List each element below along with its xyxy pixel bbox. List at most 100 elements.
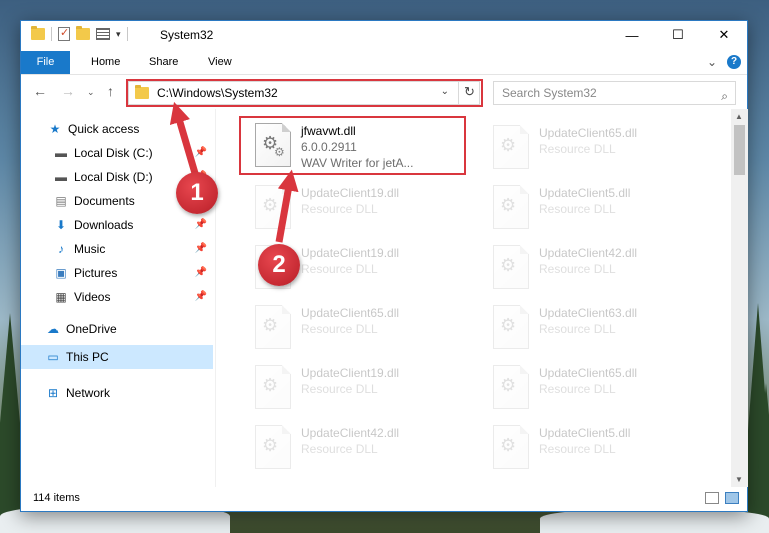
divider [51, 27, 52, 41]
pin-icon[interactable]: 📌 [195, 291, 207, 302]
file-item[interactable]: ⚙ UpdateClient5.dll Resource DLL [479, 181, 709, 237]
computer-icon: ▭ [47, 350, 59, 364]
file-name: UpdateClient65.dll [301, 306, 400, 320]
maximize-button[interactable]: ☐ [655, 21, 701, 49]
customize-toolbar-icon[interactable]: ▾ [116, 29, 121, 40]
drive-icon: ▬ [55, 146, 67, 160]
pin-icon[interactable]: 📌 [195, 219, 207, 230]
callout-badge-1: 1 [176, 172, 218, 214]
pin-icon[interactable]: 📌 [195, 267, 207, 278]
file-item[interactable]: ⚙ UpdateClient19.dll Resource DLL [241, 181, 471, 237]
file-type: Resource DLL [301, 202, 378, 216]
gear-icon: ⚙ [262, 435, 279, 455]
search-input[interactable]: Search System32 ⌕ [493, 81, 736, 105]
file-name: UpdateClient19.dll [301, 366, 400, 380]
file-type: Resource DLL [539, 262, 616, 276]
sidebar-item-label: Local Disk (C:) [74, 146, 153, 160]
file-name: UpdateClient5.dll [539, 186, 631, 200]
sidebar-item-pictures[interactable]: ▣ Pictures 📌 [21, 261, 215, 285]
pin-icon[interactable]: 📌 [195, 243, 207, 254]
tab-file[interactable]: File [21, 51, 70, 74]
ribbon: File Home Share View ⌄ ? [21, 51, 747, 75]
help-icon[interactable]: ? [727, 55, 741, 69]
callout-badge-2: 2 [258, 244, 300, 286]
back-arrow-icon[interactable]: ← [33, 83, 47, 99]
title-bar: ▾ System32 — ☐ ✕ [21, 21, 747, 49]
recent-locations-icon[interactable]: ⌄ [87, 87, 95, 98]
cloud-icon: ☁ [47, 322, 59, 336]
tab-home[interactable]: Home [91, 51, 120, 74]
file-item[interactable]: ⚙ UpdateClient19.dll Resource DLL [241, 361, 471, 417]
item-count: 114 items [33, 492, 80, 504]
file-name: UpdateClient42.dll [539, 246, 638, 260]
minimize-button[interactable]: — [609, 21, 655, 49]
sidebar-item-label: Network [66, 386, 111, 400]
file-type: Resource DLL [539, 322, 616, 336]
sidebar-item-label: OneDrive [66, 322, 117, 336]
file-item[interactable]: ⚙ UpdateClient65.dll Resource DLL [479, 361, 709, 417]
dll-file-icon: ⚙ [255, 305, 291, 349]
network-icon: ⊞ [47, 386, 59, 400]
search-icon[interactable]: ⌕ [721, 85, 728, 107]
dll-file-icon: ⚙ [493, 365, 529, 409]
sidebar-item-this-pc[interactable]: ▭ This PC [21, 345, 213, 369]
drive-icon: ▬ [55, 170, 67, 184]
sidebar-item-videos[interactable]: ▦ Videos 📌 [21, 285, 215, 309]
file-type: Resource DLL [301, 442, 378, 456]
scroll-thumb[interactable] [734, 125, 745, 175]
file-item[interactable]: ⚙ UpdateClient65.dll Resource DLL [479, 121, 709, 177]
close-button[interactable]: ✕ [701, 21, 747, 49]
gear-icon: ⚙ [500, 135, 517, 155]
sidebar-item-downloads[interactable]: ⬇ Downloads 📌 [21, 213, 215, 237]
file-item[interactable]: ⚙ UpdateClient63.dll Resource DLL [479, 301, 709, 357]
download-icon: ⬇ [55, 218, 67, 232]
dll-file-icon: ⚙ [493, 305, 529, 349]
sidebar-item-onedrive[interactable]: ☁ OneDrive [21, 317, 215, 341]
file-name: UpdateClient19.dll [301, 186, 400, 200]
gear-icon: ⚙ [262, 315, 279, 335]
dll-file-icon: ⚙ [255, 185, 291, 229]
dll-file-icon: ⚙ [255, 425, 291, 469]
up-arrow-icon[interactable]: ↑ [107, 83, 114, 99]
sidebar-item-network[interactable]: ⊞ Network [21, 381, 215, 405]
file-item[interactable]: ⚙ UpdateClient42.dll Resource DLL [479, 241, 709, 297]
file-item[interactable]: ⚙ UpdateClient65.dll Resource DLL [241, 301, 471, 357]
tab-share[interactable]: Share [149, 51, 178, 74]
file-type: Resource DLL [539, 202, 616, 216]
dll-file-icon: ⚙ [493, 125, 529, 169]
view-icon[interactable] [96, 28, 110, 40]
details-view-icon[interactable] [705, 492, 719, 504]
sidebar-item-local-disk-c[interactable]: ▬ Local Disk (C:) 📌 [21, 141, 215, 165]
sidebar-item-label: Music [74, 242, 106, 256]
large-icons-view-icon[interactable] [725, 492, 739, 504]
sidebar-item-label: Pictures [74, 266, 118, 280]
quick-access-toolbar: ▾ [31, 26, 128, 41]
new-folder-icon[interactable] [76, 26, 90, 40]
video-icon: ▦ [55, 290, 67, 304]
scroll-down-icon[interactable]: ▼ [735, 475, 743, 484]
file-item[interactable]: ⚙ UpdateClient42.dll Resource DLL [241, 421, 471, 477]
pin-icon[interactable]: 📌 [195, 147, 207, 158]
window-title: System32 [160, 28, 214, 42]
dll-file-icon: ⚙ [493, 245, 529, 289]
file-type: Resource DLL [539, 382, 616, 396]
forward-arrow-icon[interactable]: → [61, 83, 75, 99]
file-name: UpdateClient42.dll [301, 426, 400, 440]
file-type: Resource DLL [301, 322, 378, 336]
properties-icon[interactable] [58, 26, 70, 41]
scroll-up-icon[interactable]: ▲ [735, 112, 743, 121]
vertical-scrollbar[interactable]: ▲ ▼ [731, 109, 748, 487]
file-item[interactable]: ⚙ UpdateClient5.dll Resource DLL [479, 421, 709, 477]
tab-view[interactable]: View [208, 51, 232, 74]
dll-file-icon: ⚙ [493, 185, 529, 229]
pictures-icon: ▣ [55, 266, 67, 280]
navigation-pane: ★ Quick access ▬ Local Disk (C:) 📌 ▬ Loc… [21, 117, 215, 487]
sidebar-item-music[interactable]: ♪ Music 📌 [21, 237, 215, 261]
gear-icon: ⚙ [500, 435, 517, 455]
folder-icon [31, 26, 45, 40]
sidebar-item-quick-access[interactable]: ★ Quick access [21, 117, 215, 141]
gear-icon: ⚙ [262, 375, 279, 395]
expand-ribbon-icon[interactable]: ⌄ [707, 55, 717, 69]
file-type: Resource DLL [301, 262, 378, 276]
gear-icon: ⚙ [500, 315, 517, 335]
